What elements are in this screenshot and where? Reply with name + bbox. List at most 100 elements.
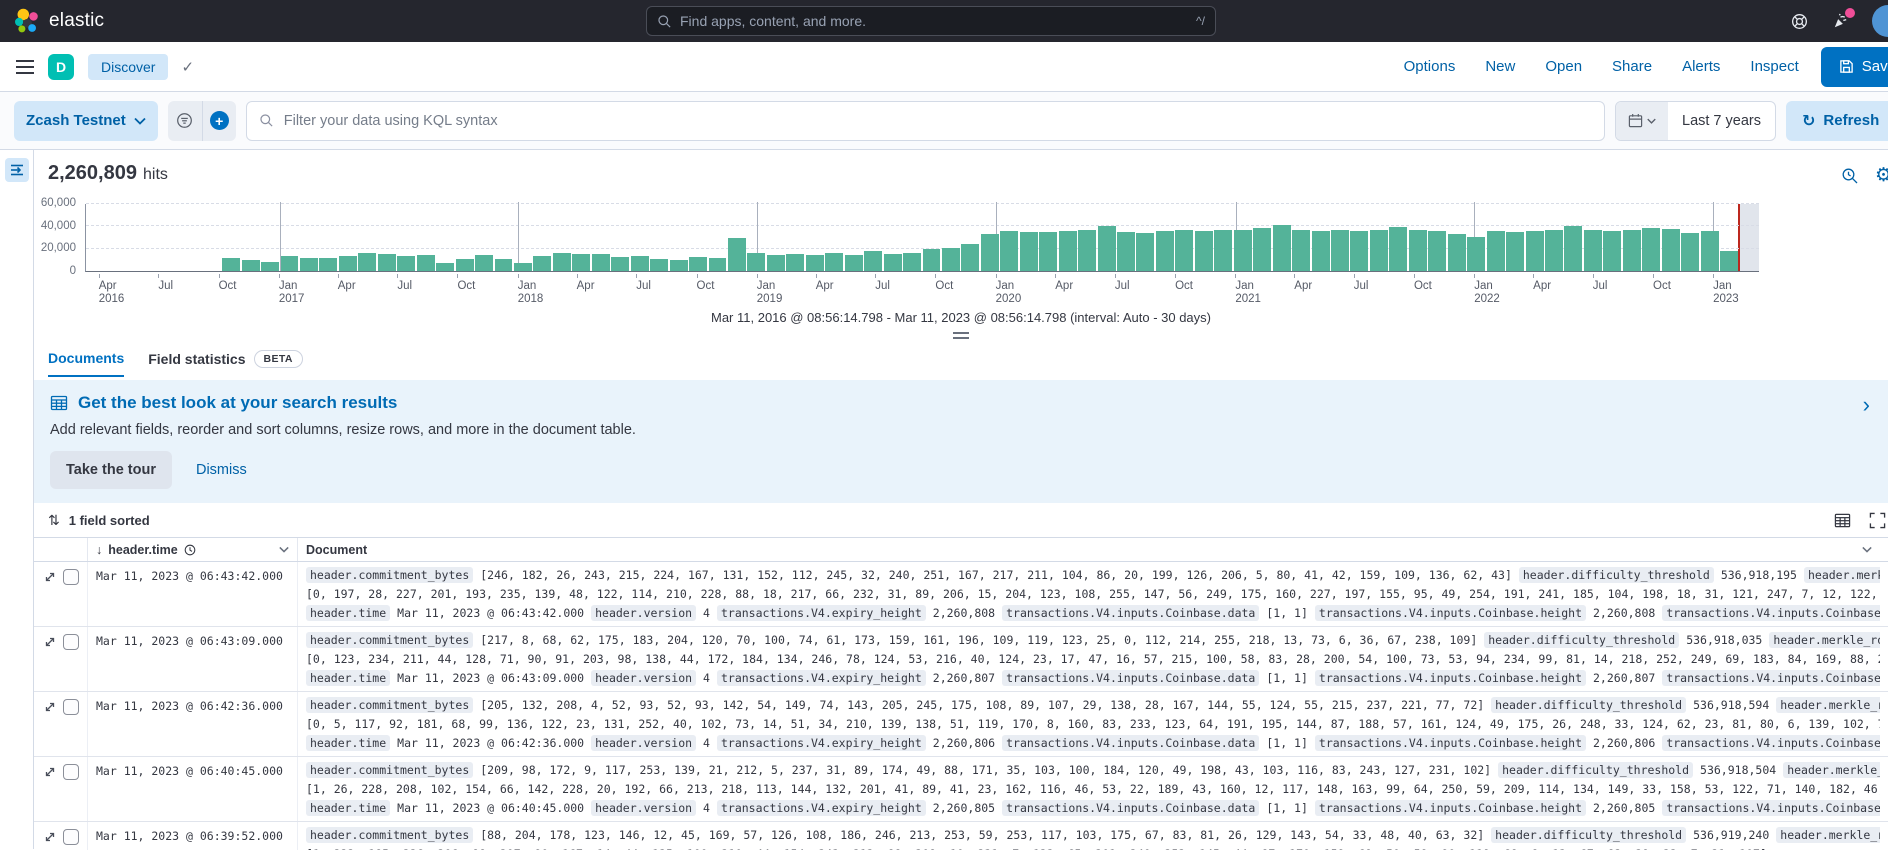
histogram-bar[interactable]: [1273, 225, 1291, 271]
histogram-bar[interactable]: [1039, 232, 1057, 271]
histogram-bar[interactable]: [261, 262, 279, 271]
global-search-input[interactable]: [680, 13, 1196, 29]
histogram-bar[interactable]: [709, 258, 727, 271]
histogram-bar[interactable]: [1117, 232, 1135, 271]
histogram-bar[interactable]: [1098, 226, 1116, 271]
histogram-bar[interactable]: [631, 256, 649, 271]
data-view-picker[interactable]: Zcash Testnet: [14, 101, 158, 141]
add-filter-icon[interactable]: +: [202, 101, 236, 141]
histogram-bar[interactable]: [961, 244, 979, 271]
histogram-bar[interactable]: [845, 255, 863, 271]
gear-icon[interactable]: ⚙: [1875, 166, 1888, 185]
histogram-bar[interactable]: [1175, 230, 1193, 271]
menu-item-options[interactable]: Options: [1404, 58, 1456, 75]
histogram-bar[interactable]: [1078, 230, 1096, 271]
expand-row-icon[interactable]: [44, 701, 56, 713]
news-icon[interactable]: [1831, 12, 1850, 31]
row-checkbox[interactable]: [63, 764, 79, 780]
histogram-bar[interactable]: [553, 253, 571, 271]
histogram-bar[interactable]: [397, 256, 415, 271]
expand-row-icon[interactable]: [44, 571, 56, 583]
histogram-bar[interactable]: [495, 259, 513, 271]
search-sessions-icon[interactable]: [1841, 167, 1859, 185]
histogram-bar[interactable]: [1409, 230, 1427, 271]
histogram-bar[interactable]: [1059, 231, 1077, 271]
expand-row-icon[interactable]: [44, 636, 56, 648]
histogram-bar[interactable]: [456, 259, 474, 271]
histogram-bar[interactable]: [1214, 230, 1232, 271]
display-options-icon[interactable]: [1834, 512, 1851, 529]
time-range-button[interactable]: Last 7 years: [1668, 102, 1775, 140]
histogram-bar[interactable]: [572, 254, 590, 271]
histogram-bar[interactable]: [1506, 232, 1524, 271]
histogram-bar[interactable]: [242, 260, 260, 271]
histogram-bar[interactable]: [358, 253, 376, 271]
column-actions-icon[interactable]: [1862, 546, 1872, 553]
histogram-bar[interactable]: [1526, 231, 1544, 271]
histogram-bar[interactable]: [592, 254, 610, 271]
row-checkbox[interactable]: [63, 829, 79, 845]
histogram-bar[interactable]: [942, 248, 960, 271]
menu-item-share[interactable]: Share: [1612, 58, 1652, 75]
row-checkbox[interactable]: [63, 569, 79, 585]
histogram-bar[interactable]: [1136, 233, 1154, 271]
histogram-bar[interactable]: [747, 253, 765, 271]
histogram-bar[interactable]: [864, 251, 882, 271]
menu-icon[interactable]: [16, 60, 34, 74]
column-actions-icon[interactable]: [279, 546, 289, 553]
histogram-bar[interactable]: [1662, 229, 1680, 271]
histogram-bar[interactable]: [1020, 232, 1038, 271]
histogram-bar[interactable]: [378, 254, 396, 271]
histogram-bar[interactable]: [1253, 228, 1271, 271]
histogram-bar[interactable]: [611, 257, 629, 271]
histogram-bar[interactable]: [475, 255, 493, 271]
sort-fields-icon[interactable]: ⇅: [48, 512, 60, 529]
menu-item-new[interactable]: New: [1485, 58, 1515, 75]
kql-search-bar[interactable]: [246, 101, 1605, 141]
histogram-bar[interactable]: [300, 258, 318, 271]
histogram-bar[interactable]: [1448, 234, 1466, 271]
histogram-bar[interactable]: [1156, 231, 1174, 271]
histogram-bar[interactable]: [281, 256, 299, 271]
menu-item-open[interactable]: Open: [1545, 58, 1582, 75]
histogram-bar[interactable]: [728, 238, 746, 272]
histogram-bar[interactable]: [1331, 230, 1349, 271]
histogram-bar[interactable]: [1720, 251, 1738, 271]
saved-query-icon[interactable]: [168, 101, 202, 141]
expand-row-icon[interactable]: [44, 766, 56, 778]
histogram-bar[interactable]: [1350, 231, 1368, 271]
histogram-bar[interactable]: [1428, 231, 1446, 271]
tab-field-statistics[interactable]: Field statistics BETA: [148, 350, 303, 377]
histogram-bar[interactable]: [1681, 233, 1699, 271]
histogram-bar[interactable]: [670, 260, 688, 271]
expand-row-icon[interactable]: [44, 831, 56, 843]
histogram-bar[interactable]: [222, 258, 240, 271]
grid-time-column-header[interactable]: ↓ header.time: [88, 538, 298, 561]
histogram-bar[interactable]: [884, 254, 902, 271]
histogram-bar[interactable]: [825, 253, 843, 271]
refresh-button[interactable]: ↻ Refresh: [1786, 101, 1888, 141]
chevron-right-icon[interactable]: ›: [1863, 392, 1870, 418]
histogram-bar[interactable]: [1467, 237, 1485, 271]
histogram-bar[interactable]: [903, 253, 921, 271]
take-tour-button[interactable]: Take the tour: [50, 451, 172, 489]
histogram-bar[interactable]: [1701, 231, 1719, 271]
histogram-bar[interactable]: [1389, 227, 1407, 271]
histogram-bar[interactable]: [1487, 231, 1505, 271]
histogram-bar[interactable]: [417, 255, 435, 271]
calendar-button[interactable]: [1616, 102, 1668, 140]
histogram-bar[interactable]: [689, 257, 707, 271]
histogram-bar[interactable]: [806, 255, 824, 271]
sorted-fields-label[interactable]: 1 field sorted: [69, 513, 150, 528]
row-checkbox[interactable]: [63, 634, 79, 650]
histogram-bar[interactable]: [1370, 230, 1388, 271]
histogram-bar[interactable]: [981, 234, 999, 271]
histogram-bar[interactable]: [1000, 231, 1018, 271]
histogram-bar[interactable]: [1545, 230, 1563, 271]
histogram-bar[interactable]: [786, 254, 804, 271]
tab-documents[interactable]: Documents: [48, 350, 124, 377]
histogram-bar[interactable]: [1623, 230, 1641, 271]
histogram-bar[interactable]: [1642, 228, 1660, 271]
menu-item-inspect[interactable]: Inspect: [1750, 58, 1798, 75]
histogram-bar[interactable]: [1292, 230, 1310, 271]
